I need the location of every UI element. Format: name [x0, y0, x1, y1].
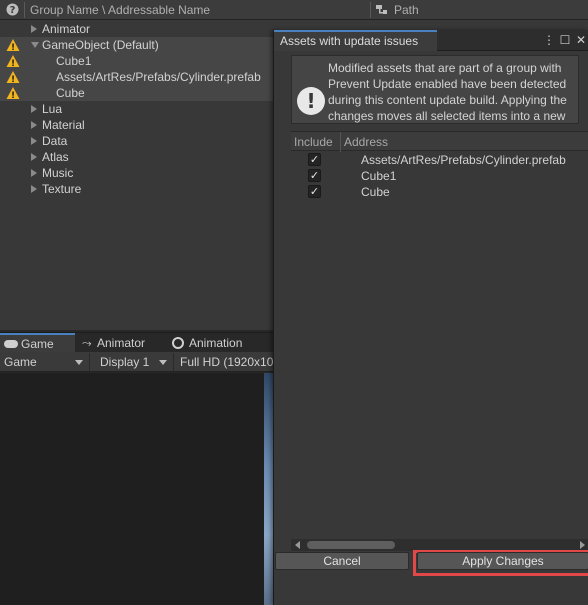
chevron-down-icon [159, 360, 167, 365]
assets-update-issues-window: Assets with update issues ⋮ ☐ ✕ ! Modifi… [273, 30, 588, 605]
include-checkbox[interactable]: ✓ [308, 185, 321, 198]
tree-item-label: Atlas [42, 150, 69, 164]
chevron-right-icon[interactable] [31, 25, 37, 33]
tab-animator-label: Animator [97, 336, 146, 350]
tree-item-label: Lua [42, 102, 63, 116]
game-mode-value: Game [4, 355, 37, 369]
chevron-down-icon[interactable] [31, 42, 39, 48]
gamepad-icon [4, 340, 18, 348]
tab-game-label: Game [21, 337, 54, 351]
path-column-header[interactable]: Path [394, 3, 419, 17]
tree-item-label: Music [42, 166, 74, 180]
table-row[interactable]: ✓ Cube1 [291, 168, 588, 184]
resolution-value: Full HD (1920x10 [180, 355, 274, 369]
scroll-right-icon[interactable] [580, 541, 585, 549]
tree-item-label: Texture [42, 182, 82, 196]
include-checkbox[interactable]: ✓ [308, 153, 321, 166]
address-column-header[interactable]: Address [344, 135, 388, 149]
display-value: Display 1 [100, 355, 150, 369]
tab-animation[interactable]: Animation [168, 333, 268, 353]
chevron-right-icon[interactable] [31, 121, 37, 129]
address-cell: Cube [361, 185, 390, 199]
table-row[interactable]: ✓ Cube [291, 184, 588, 200]
close-icon[interactable]: ✕ [575, 33, 587, 47]
cancel-button[interactable]: Cancel [275, 552, 409, 570]
help-circle-icon[interactable]: ? [6, 3, 19, 16]
tree-item-label: Material [42, 118, 85, 132]
chevron-right-icon[interactable] [31, 185, 37, 193]
warning-icon: ! [6, 39, 20, 52]
window-title-tab[interactable]: Assets with update issues [274, 30, 437, 51]
warning-icon: ! [6, 71, 20, 84]
assets-table-header: Include Address [291, 131, 588, 152]
game-mode-dropdown[interactable]: Game [0, 353, 90, 371]
tree-item-label: Data [42, 134, 68, 148]
tree-item-label: GameObject (Default) [42, 38, 159, 52]
address-cell: Cube1 [361, 169, 397, 183]
include-checkbox[interactable]: ✓ [308, 169, 321, 182]
svg-text:!: ! [11, 75, 15, 84]
tab-animation-label: Animation [189, 336, 243, 350]
path-icon [376, 5, 387, 14]
info-help-box: ! Modified assets that are part of a gro… [291, 55, 579, 124]
groups-table-header: ? Group Name \ Addressable Name Path [0, 0, 588, 20]
include-column-header[interactable]: Include [294, 135, 333, 149]
warning-icon: ! [6, 87, 20, 100]
group-name-column-header[interactable]: Group Name \ Addressable Name [30, 3, 210, 17]
display-dropdown[interactable]: Display 1 [96, 353, 174, 371]
window-tab-bar: Assets with update issues ⋮ ☐ ✕ [274, 30, 588, 51]
chevron-right-icon[interactable] [31, 137, 37, 145]
address-cell: Assets/ArtRes/Prefabs/Cylinder.prefab [361, 153, 566, 167]
chevron-down-icon [75, 360, 83, 365]
svg-text:!: ! [11, 91, 15, 100]
resolution-dropdown[interactable]: Full HD (1920x10 [176, 353, 274, 371]
chevron-right-icon[interactable] [31, 153, 37, 161]
warning-icon: ! [6, 55, 20, 68]
exclamation-info-icon: ! [297, 87, 325, 115]
scroll-left-icon[interactable] [295, 541, 300, 549]
tree-item-label: Cube [56, 86, 85, 100]
maximize-icon[interactable]: ☐ [559, 33, 571, 47]
info-message: Modified assets that are part of a group… [328, 61, 567, 123]
apply-changes-button[interactable]: Apply Changes [417, 552, 588, 570]
svg-text:!: ! [11, 59, 15, 68]
menu-dots-icon[interactable]: ⋮ [543, 33, 555, 47]
chevron-right-icon[interactable] [31, 105, 37, 113]
chevron-right-icon[interactable] [31, 169, 37, 177]
tab-game[interactable]: Game [0, 333, 75, 353]
table-row[interactable]: ✓ Assets/ArtRes/Prefabs/Cylinder.prefab [291, 152, 588, 168]
tab-animator[interactable]: ⤳ Animator [78, 333, 166, 353]
svg-text:!: ! [11, 43, 15, 52]
tree-item-label: Assets/ArtRes/Prefabs/Cylinder.prefab [56, 70, 261, 84]
tree-item-label: Cube1 [56, 54, 92, 68]
animation-clock-icon [172, 337, 184, 349]
scrollbar-thumb[interactable] [307, 541, 395, 549]
animator-icon: ⤳ [82, 336, 92, 350]
tree-item-label: Animator [42, 22, 91, 36]
svg-text:?: ? [10, 5, 16, 16]
